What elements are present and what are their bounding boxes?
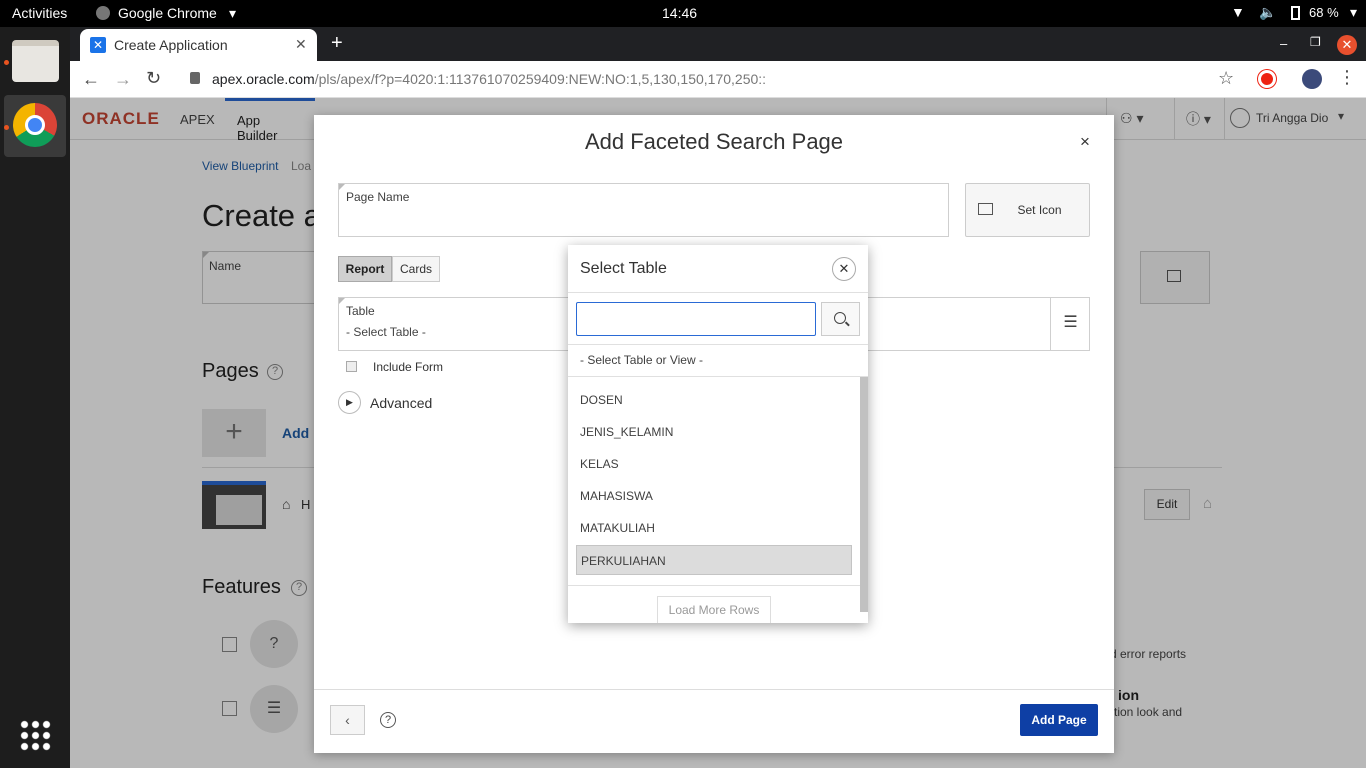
tab-create-application[interactable]: ✕ Create Application ✕	[80, 29, 317, 61]
files-icon[interactable]	[12, 40, 59, 82]
apex-favicon-icon: ✕	[90, 37, 106, 53]
url-path: /pls/apex/f?p=4020:1:113761070259409:NEW…	[314, 71, 767, 87]
page-name-field[interactable]: Page Name	[338, 183, 949, 237]
list-item[interactable]: MATAKULIAH	[576, 513, 852, 543]
load-more-rows-button[interactable]: Load More Rows	[657, 596, 771, 623]
popup-close-icon[interactable]: ✕	[832, 257, 856, 281]
maximize-icon[interactable]: ❐	[1310, 35, 1321, 49]
select-table-popup: Select Table ✕ - Select Table or View - …	[568, 245, 868, 623]
advanced-label[interactable]: Advanced	[370, 395, 432, 411]
table-value: - Select Table -	[346, 325, 426, 339]
running-indicator	[4, 125, 9, 130]
page-content: ORACLE APEX App Builder ⚇ ▾ ⓘ ▾ Tri Angg…	[70, 98, 1366, 768]
window-close-icon[interactable]: ✕	[1337, 35, 1357, 55]
previous-button[interactable]: ‹	[330, 705, 365, 735]
list-item[interactable]: KELAS	[576, 449, 852, 479]
system-top-bar: Activities Google Chrome ▾ 14:46 ▼ 🔈 68 …	[0, 0, 1366, 27]
include-form-label: Include Form	[373, 360, 444, 374]
chrome-menu-icon[interactable]: ⋮	[1338, 67, 1356, 88]
running-indicator	[4, 60, 9, 65]
table-label: Table	[346, 304, 375, 318]
new-tab-icon[interactable]: +	[331, 32, 343, 55]
battery-icon[interactable]	[1291, 6, 1300, 20]
reload-icon[interactable]: ↻	[146, 68, 161, 89]
help-icon[interactable]: ?	[380, 712, 396, 728]
page-name-label: Page Name	[346, 190, 410, 204]
url-field[interactable]: apex.oracle.com/pls/apex/f?p=4020:1:1137…	[212, 71, 766, 87]
list-icon[interactable]: ☰	[1050, 298, 1090, 350]
opera-extension-icon[interactable]	[1258, 70, 1276, 88]
app-menu[interactable]: Google Chrome	[118, 5, 217, 21]
minimize-icon[interactable]: –	[1280, 36, 1287, 51]
chevron-down-icon: ▾	[229, 5, 237, 21]
table-list: DOSEN JENIS_KELAMIN KELAS MAHASISWA MATA…	[568, 377, 860, 585]
omnibox-bar: ← → ↻ apex.oracle.com/pls/apex/f?p=4020:…	[70, 61, 1366, 98]
tab-report[interactable]: Report	[338, 256, 392, 282]
list-item[interactable]: DOSEN	[576, 385, 852, 415]
include-form-checkbox[interactable]	[346, 361, 357, 372]
table-search-icon	[978, 203, 993, 215]
list-item[interactable]: MAHASISWA	[576, 481, 852, 511]
set-icon-label: Set Icon	[1017, 203, 1062, 217]
lock-icon[interactable]	[190, 72, 200, 84]
scrollbar[interactable]	[860, 377, 868, 612]
null-option[interactable]: - Select Table or View -	[580, 353, 703, 367]
activities-button[interactable]: Activities	[12, 5, 67, 21]
battery-percent: 68 %	[1309, 5, 1339, 20]
forward-icon[interactable]: →	[114, 69, 132, 90]
list-item-selected[interactable]: PERKULIAHAN	[576, 545, 852, 575]
close-tab-icon[interactable]: ✕	[295, 36, 307, 53]
search-button[interactable]	[821, 302, 860, 336]
add-page-button[interactable]: Add Page	[1020, 704, 1098, 736]
volume-icon[interactable]: 🔈	[1259, 4, 1276, 21]
chrome-dock-item[interactable]	[4, 95, 66, 157]
profile-avatar[interactable]	[1302, 69, 1322, 89]
chrome-small-icon	[96, 6, 110, 20]
search-input[interactable]	[576, 302, 816, 336]
dialog-title: Add Faceted Search Page	[584, 129, 844, 154]
chrome-icon	[13, 103, 57, 147]
clock[interactable]: 14:46	[662, 5, 697, 21]
show-applications-icon[interactable]	[19, 719, 51, 751]
wifi-icon[interactable]: ▼	[1231, 4, 1245, 20]
set-icon-button[interactable]: Set Icon	[965, 183, 1090, 237]
bookmark-star-icon[interactable]: ☆	[1218, 68, 1234, 89]
popup-title: Select Table	[580, 260, 667, 277]
dialog-close-icon[interactable]: ×	[1080, 132, 1090, 152]
dock	[0, 27, 70, 768]
list-item[interactable]: JENIS_KELAMIN	[576, 417, 852, 447]
back-icon[interactable]: ←	[82, 69, 100, 90]
url-domain: apex.oracle.com	[212, 71, 315, 87]
expand-triangle-icon[interactable]: ▶	[338, 391, 361, 414]
tab-title: Create Application	[114, 37, 228, 53]
chevron-down-icon[interactable]: ▾	[1350, 4, 1357, 21]
tab-cards[interactable]: Cards	[392, 256, 440, 282]
